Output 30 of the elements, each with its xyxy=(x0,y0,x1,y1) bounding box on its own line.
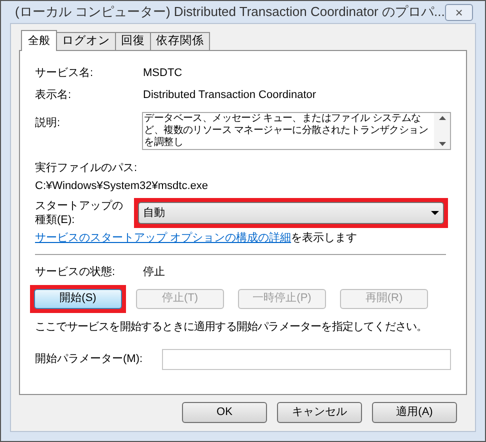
instruction-text: ここでサービスを開始するときに適用する開始パラメーターを指定してください。 xyxy=(35,320,428,334)
dialog-button[interactable]: 適用(A) xyxy=(372,402,457,423)
close-button[interactable]: × xyxy=(445,4,473,20)
window-title: (ローカル コンピューター) Distributed Transaction Coordinator のプロパ... xyxy=(15,3,445,22)
scrollbar[interactable] xyxy=(434,113,450,149)
help-link[interactable]: サービスのスタートアップ オプションの構成の詳細 xyxy=(35,232,292,244)
scroll-up-icon[interactable] xyxy=(438,116,446,120)
field-label: スタートアップの種類(E): xyxy=(35,199,124,227)
field-label: 開始パラメーター(M): xyxy=(35,352,144,368)
startup-type-dropdown[interactable]: 自動 xyxy=(138,202,444,224)
field-value: 停止 xyxy=(143,265,165,280)
field-label: サービス名: xyxy=(35,66,94,81)
parameters-field[interactable] xyxy=(162,349,451,370)
dropdown-arrow-icon xyxy=(431,211,439,215)
field-value: C:¥Windows¥System32¥msdtc.exe xyxy=(35,178,208,194)
tab[interactable]: 全般 xyxy=(21,30,57,51)
field-label: サービスの状態: xyxy=(35,265,116,280)
scroll-down-icon[interactable] xyxy=(438,142,446,146)
service-button[interactable]: 開始(S) xyxy=(34,288,122,308)
tab[interactable]: ログオン xyxy=(56,32,116,50)
dialog-button[interactable]: キャンセル xyxy=(277,402,362,423)
field-value: MSDTC xyxy=(143,66,182,81)
help-text: サービスのスタートアップ オプションの構成の詳細を表示します xyxy=(35,230,358,246)
dialog-button[interactable]: OK xyxy=(182,402,267,423)
tab[interactable]: 依存関係 xyxy=(150,32,210,50)
field-label: 表示名: xyxy=(35,88,72,103)
field-value: Distributed Transaction Coordinator xyxy=(143,88,316,103)
tab[interactable]: 回復 xyxy=(115,32,151,50)
field-label: 説明: xyxy=(35,116,62,131)
field-label: 実行ファイルのパス: xyxy=(35,160,138,176)
